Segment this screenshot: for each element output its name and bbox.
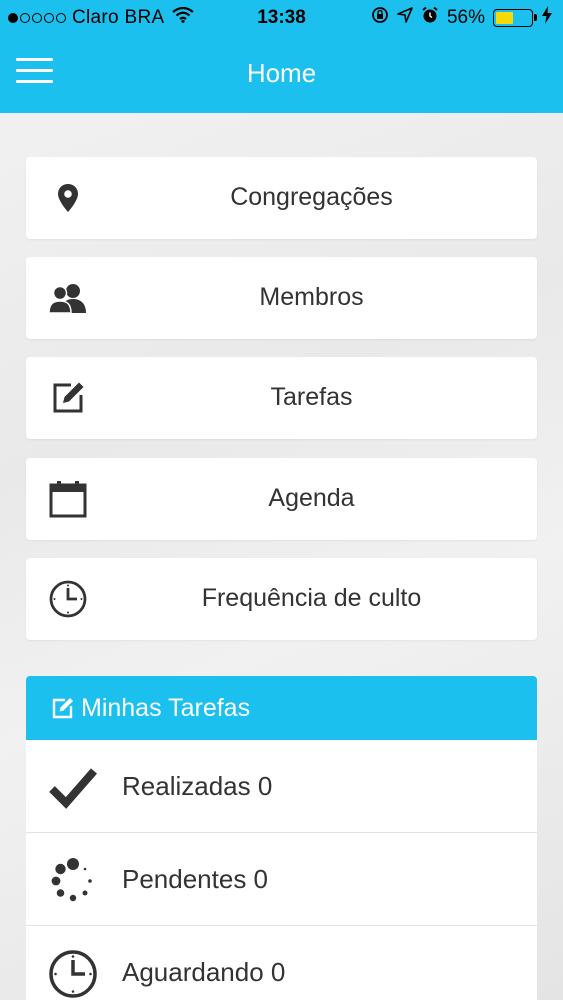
my-tasks-panel: Minhas Tarefas Realizadas 0 Pendentes 0 …	[26, 676, 537, 1000]
menu-item-label: Congregações	[230, 183, 393, 211]
users-icon	[48, 278, 88, 318]
task-label: Pendentes 0	[122, 864, 269, 894]
status-right: 56%	[371, 6, 553, 30]
menu-item-frequencia[interactable]: Frequência de culto	[26, 558, 537, 640]
task-row-realizadas[interactable]: Realizadas 0	[26, 740, 537, 833]
my-tasks-title: Minhas Tarefas	[81, 693, 251, 722]
menu-item-label: Agenda	[268, 484, 355, 512]
edit-icon	[48, 378, 88, 418]
menu-item-membros[interactable]: Membros	[26, 257, 537, 339]
battery-icon	[493, 9, 537, 27]
my-tasks-header: Minhas Tarefas	[26, 676, 537, 740]
app-header: Home	[0, 36, 563, 113]
clock-icon	[48, 949, 98, 999]
checkmark-icon	[48, 763, 98, 813]
menu-item-agenda[interactable]: Agenda	[26, 458, 537, 540]
status-bar: Claro BRA 13:38 56%	[0, 0, 563, 36]
spinner-icon	[48, 856, 98, 906]
menu-item-label: Membros	[259, 283, 364, 311]
task-row-pendentes[interactable]: Pendentes 0	[26, 833, 537, 926]
menu-item-congregacoes[interactable]: Congregações	[26, 157, 537, 239]
location-arrow-icon	[397, 7, 413, 29]
rotation-lock-icon	[371, 6, 389, 30]
calendar-icon	[48, 479, 88, 519]
top-bar: Claro BRA 13:38 56% Home	[0, 0, 563, 113]
map-pin-icon	[48, 178, 88, 218]
task-label: Aguardando 0	[122, 957, 286, 987]
edit-icon	[52, 697, 74, 719]
charging-bolt-icon	[541, 6, 553, 30]
menu-item-label: Tarefas	[270, 383, 353, 411]
page-title: Home	[246, 58, 317, 88]
alarm-icon	[421, 6, 439, 30]
menu-item-label: Frequência de culto	[201, 584, 422, 612]
app-screen: Claro BRA 13:38 56% Home Congregações Me…	[0, 0, 563, 1000]
menu-item-tarefas[interactable]: Tarefas	[26, 357, 537, 439]
task-label: Realizadas 0	[122, 771, 273, 801]
battery-percent: 56%	[446, 7, 485, 28]
clock-icon	[48, 579, 88, 619]
task-row-aguardando[interactable]: Aguardando 0	[26, 926, 537, 1000]
